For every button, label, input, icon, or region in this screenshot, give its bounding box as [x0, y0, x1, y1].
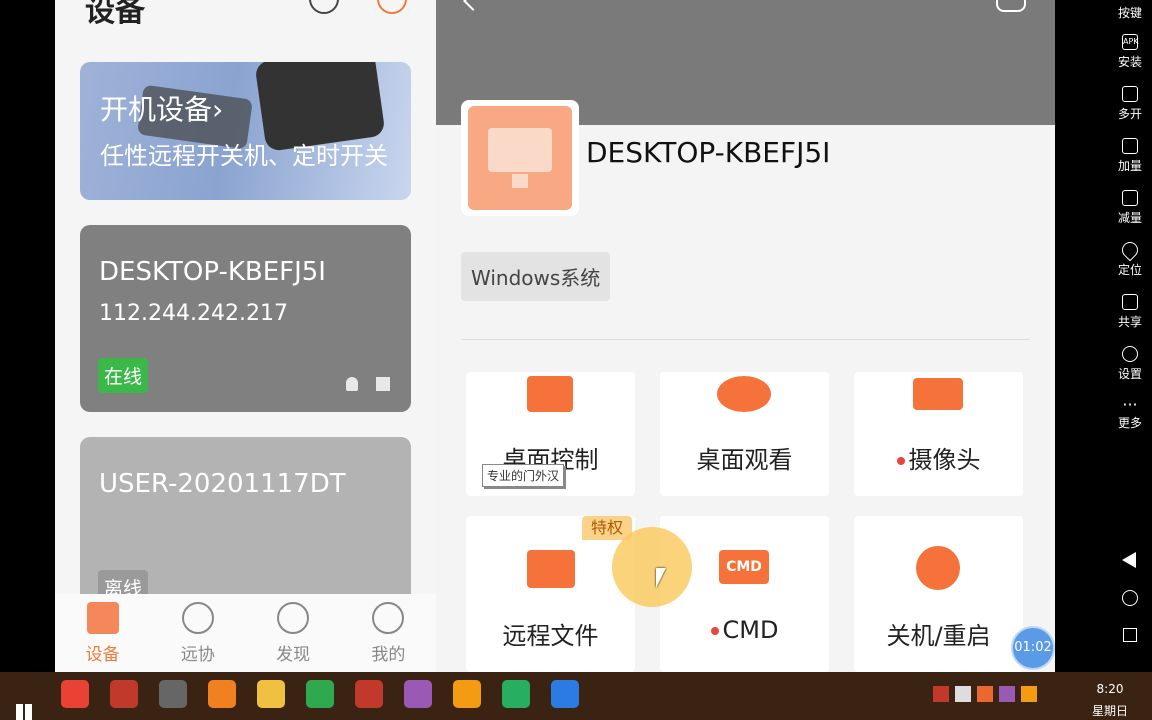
app-icon-3[interactable] [551, 680, 579, 708]
promo-title: 开机设备› [100, 93, 224, 126]
obs-icon[interactable] [159, 680, 187, 708]
tile-power[interactable]: 关机/重启 [854, 516, 1023, 672]
clock-day: 星期日 [1091, 704, 1128, 718]
toolbar-install[interactable]: APK 安装 [1108, 34, 1152, 70]
windows-icon [376, 377, 390, 391]
device-detail-panel: DESKTOP-KBEFJ5I Windows系统 桌面控制 桌面观看 摄像头 … [436, 0, 1055, 672]
globe-icon[interactable] [502, 680, 530, 708]
tray-icon-5[interactable] [1021, 686, 1037, 702]
multi-open-icon [1122, 86, 1138, 102]
eye-icon [717, 376, 771, 412]
os-tag: Windows系统 [461, 252, 611, 301]
app-icon-2[interactable] [453, 680, 481, 708]
compass-icon [277, 602, 310, 634]
windows-start-icon[interactable] [16, 704, 32, 720]
timer-badge[interactable]: 01:02 [1011, 626, 1055, 670]
folder-icon [527, 550, 575, 588]
history-icon[interactable] [309, 0, 339, 14]
device-title: DESKTOP-KBEFJ5I [586, 136, 831, 169]
bell-icon [346, 377, 358, 391]
apk-icon: APK [1122, 34, 1139, 50]
volume-up-icon [1122, 138, 1138, 154]
camera-icon [913, 378, 963, 410]
nav-discover[interactable]: 发现 [246, 594, 341, 672]
profile-icon [372, 602, 405, 634]
remote-assist-icon [181, 602, 214, 634]
device-card-online[interactable]: DESKTOP-KBEFJ5I 112.244.242.217 在线 [80, 225, 411, 412]
tray-icon-1[interactable] [933, 686, 949, 702]
gear-icon [1122, 346, 1138, 362]
android-recents-icon[interactable] [1123, 628, 1137, 642]
file-explorer-icon[interactable] [257, 680, 285, 708]
desktop-control-icon [527, 376, 573, 412]
tile-label: 桌面观看 [696, 446, 793, 474]
tile-camera[interactable]: 摄像头 [854, 372, 1023, 496]
cmd-icon: CMD [719, 550, 769, 584]
promo-banner[interactable]: 开机设备› 任性远程开关机、定时开关 [80, 62, 411, 200]
location-icon [1118, 238, 1142, 262]
search-icon[interactable] [208, 680, 236, 708]
nav-profile[interactable]: 我的 [341, 594, 436, 672]
tooltip: 专业的门外汉 [482, 464, 565, 487]
nav-devices[interactable]: 设备 [55, 594, 150, 672]
device-list-panel: 设备 开机设备› 任性远程开关机、定时开关 DESKTOP-KBEFJ5I 11… [55, 0, 436, 672]
page-title: 设备 [85, 0, 145, 29]
chevron-right-icon: › [212, 93, 224, 126]
toolbar-location[interactable]: 定位 [1108, 238, 1152, 278]
tray-icon-2[interactable] [955, 686, 971, 702]
toolbar-multi-open[interactable]: 多开 [1108, 86, 1152, 122]
toolbar-share[interactable]: 共享 [1108, 294, 1152, 330]
tile-cmd[interactable]: CMD CMD [660, 516, 829, 672]
folder-share-icon [1122, 294, 1138, 310]
windows-taskbar: 8:20 星期日 [0, 672, 1152, 720]
volume-down-icon [1122, 190, 1138, 206]
clock-time: 8:20 [1096, 682, 1124, 696]
android-back-icon[interactable] [1122, 552, 1136, 568]
bottom-nav: 设备 远协 发现 我的 [55, 594, 436, 672]
settings-icon[interactable] [996, 0, 1026, 12]
emulator-side-toolbar: 按键 APK 安装 多开 加量 减量 定位 共享 设置 ··· 更多 [1108, 0, 1152, 672]
toolbar-volume-down[interactable]: 减量 [1108, 190, 1152, 226]
app-icon-1[interactable] [404, 680, 432, 708]
chrome-icon[interactable] [61, 680, 89, 708]
tile-label: 远程文件 [502, 622, 599, 650]
toolbar-settings[interactable]: 设置 [1108, 346, 1152, 382]
tray-icon-4[interactable] [999, 686, 1015, 702]
device-avatar [461, 100, 579, 216]
arrows-icon[interactable] [306, 680, 334, 708]
touch-indicator [612, 527, 692, 607]
filezilla-icon[interactable] [355, 680, 383, 708]
divider [461, 339, 1030, 340]
android-home-icon[interactable] [1122, 590, 1138, 606]
tile-label: CMD [660, 616, 829, 644]
tile-label: 摄像头 [854, 440, 1023, 475]
power-icon [916, 546, 960, 590]
toolbar-keys[interactable]: 按键 [1108, 4, 1152, 21]
mouse-cursor-icon [656, 568, 676, 588]
nav-remote-assist[interactable]: 远协 [150, 594, 245, 672]
device-icon [86, 602, 119, 634]
status-badge: 在线 [98, 358, 149, 393]
tile-label: 关机/重启 [886, 622, 991, 650]
system-tray [933, 686, 1043, 704]
promo-subtitle: 任性远程开关机、定时开关 [100, 142, 388, 170]
screen: 设备 开机设备› 任性远程开关机、定时开关 DESKTOP-KBEFJ5I 11… [0, 0, 1152, 720]
add-icon[interactable] [377, 0, 407, 14]
tile-desktop-view[interactable]: 桌面观看 [660, 372, 829, 496]
device-name: USER-20201117DT [99, 469, 346, 499]
media-icon[interactable] [110, 680, 138, 708]
device-name: DESKTOP-KBEFJ5I [99, 257, 326, 287]
toolbar-volume-up[interactable]: 加量 [1108, 138, 1152, 174]
more-icon: ··· [1122, 395, 1138, 414]
monitor-icon [488, 128, 552, 172]
tray-icon-3[interactable] [977, 686, 993, 702]
back-icon[interactable] [463, 0, 483, 11]
clock[interactable]: 8:20 星期日 [1080, 682, 1140, 719]
toolbar-more[interactable]: ··· 更多 [1108, 396, 1152, 431]
device-ip: 112.244.242.217 [99, 301, 288, 326]
